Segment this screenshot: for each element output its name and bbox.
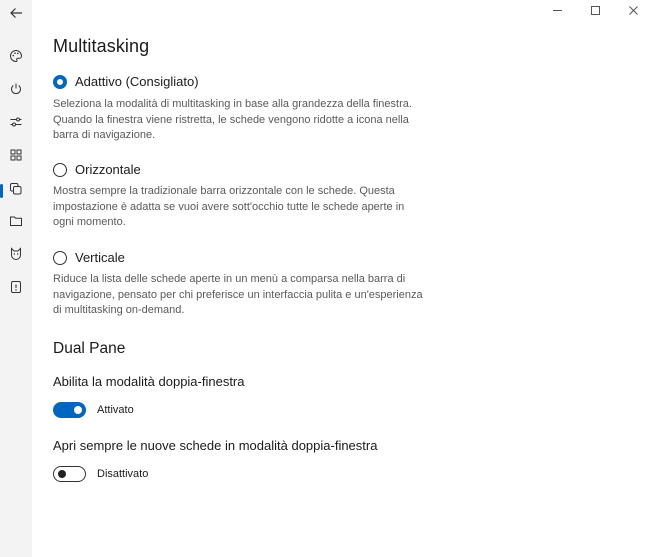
setting-enable-dual-pane[interactable]: Attivato [53,402,134,418]
option-horizontal-description: Mostra sempre la tradizionale barra oriz… [53,185,405,228]
option-adaptive[interactable]: Adattivo (Consigliato) [53,74,199,89]
sidebar-item-about[interactable] [4,277,28,301]
sidebar [0,0,32,557]
folder-icon [9,214,23,233]
toggle-enable-dual-pane[interactable] [53,402,86,418]
toggle-always-open-dual-pane[interactable] [53,466,86,482]
page-title: Multitasking [53,36,150,56]
sidebar-item-startup[interactable] [4,79,28,103]
multitasking-icon [9,182,23,201]
option-adaptive-description: Seleziona la modalità di multitasking in… [53,98,412,141]
setting-always-open-dual-pane-label: Apri sempre le nuove schede in modalità … [53,438,378,453]
palette-icon [9,49,23,68]
sidebar-item-widgets[interactable] [4,145,28,169]
option-vertical-label: Verticale [75,250,125,265]
about-icon [9,280,23,299]
back-arrow-icon [9,6,23,25]
option-horizontal[interactable]: Orizzontale [53,162,141,177]
radio-horizontal[interactable] [53,162,67,177]
toggle-enable-dual-pane-state: Attivato [97,404,134,416]
selection-indicator [0,184,3,198]
sidebar-item-experimental[interactable] [4,244,28,268]
sidebar-item-files-folders[interactable] [4,211,28,235]
option-horizontal-label: Orizzontale [75,162,141,177]
option-adaptive-label: Adattivo (Consigliato) [75,74,199,89]
toggle-always-open-dual-pane-state: Disattivato [97,468,149,480]
setting-enable-dual-pane-label: Abilita la modalità doppia-finestra [53,374,245,389]
radio-adaptive[interactable] [53,74,67,89]
section-title-dual-pane: Dual Pane [53,340,126,357]
option-vertical[interactable]: Verticale [53,250,125,265]
cat-icon [9,246,23,266]
setting-always-open-dual-pane[interactable]: Disattivato [53,466,148,482]
sliders-icon [9,115,23,134]
sidebar-item-multitasking[interactable] [4,179,28,203]
radio-vertical[interactable] [53,250,67,265]
widgets-icon [9,148,23,167]
power-icon [9,82,23,101]
settings-page: Multitasking Adattivo (Consigliato) Sele… [53,0,650,557]
sidebar-item-appearance[interactable] [4,46,28,70]
back-button[interactable] [4,3,28,27]
option-vertical-description: Riduce la lista delle schede aperte in u… [53,273,423,316]
sidebar-item-preferences[interactable] [4,112,28,136]
